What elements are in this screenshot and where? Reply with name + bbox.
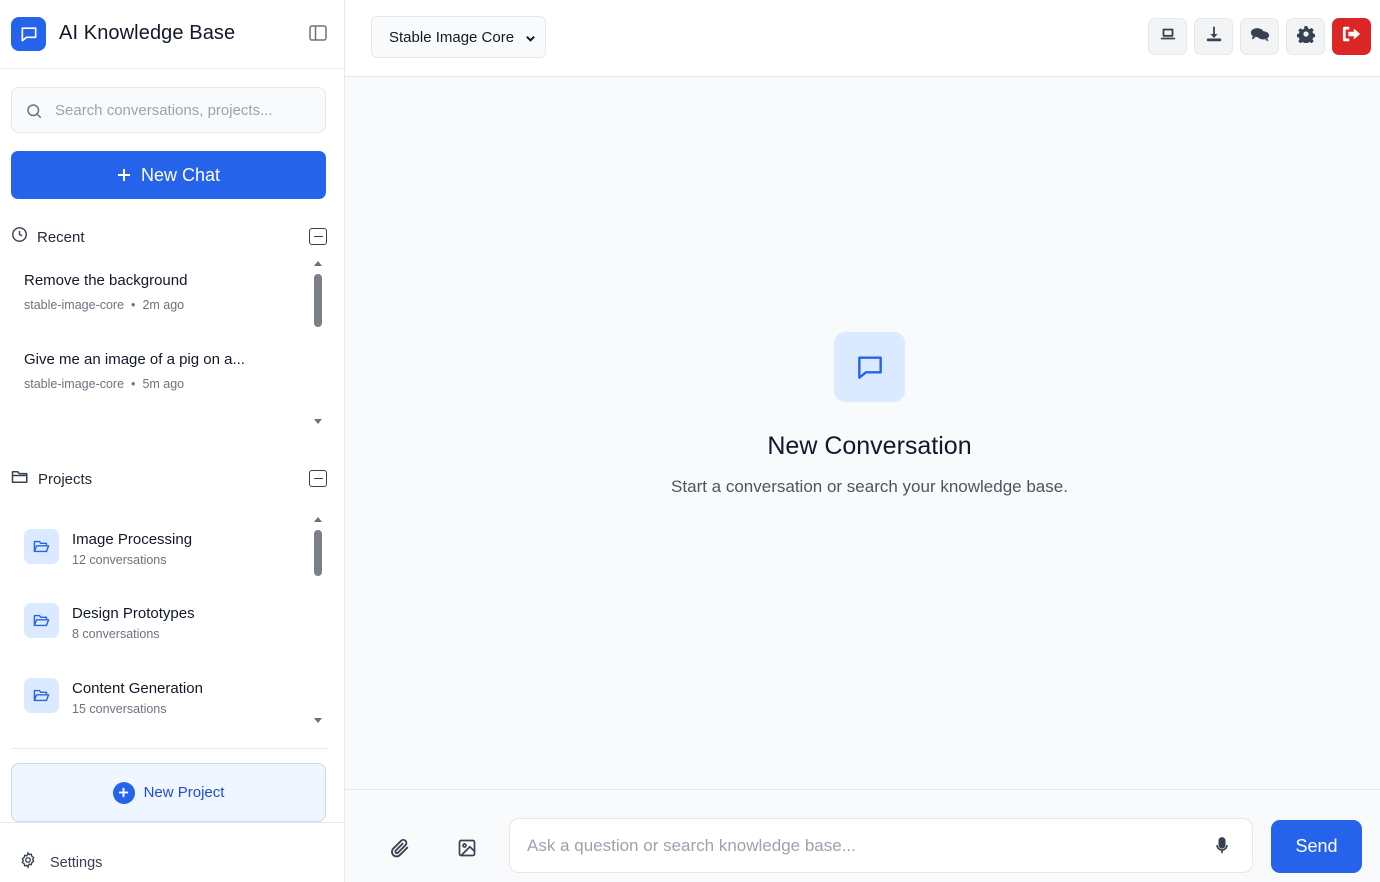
conversation-item[interactable]: Give me an image of a pig on a... stable…: [11, 337, 311, 405]
search-icon: [25, 102, 43, 125]
project-item[interactable]: Content Generation 15 conversations: [11, 663, 311, 723]
scrollbar-thumb[interactable]: [314, 530, 322, 576]
gear-icon: [19, 851, 37, 874]
top-bar: Stable Image Core: [345, 0, 1380, 77]
conversation-title: Give me an image of a pig on a...: [24, 351, 245, 368]
settings-button[interactable]: [1286, 18, 1325, 55]
projects-scrollbar[interactable]: [312, 510, 324, 730]
folder-open-icon: [24, 678, 59, 713]
logout-icon: [1342, 25, 1362, 48]
send-button[interactable]: Send: [1271, 820, 1362, 873]
image-icon[interactable]: [457, 838, 477, 863]
divider: [11, 748, 327, 749]
meta-separator: •: [131, 377, 136, 391]
projects-section-header: Projects: [11, 468, 327, 490]
empty-state-title: New Conversation: [767, 432, 972, 460]
empty-state-subtitle: Start a conversation or search your know…: [671, 477, 1068, 496]
chat-bubbles-icon: [1250, 26, 1270, 47]
collapse-recent-button[interactable]: [309, 228, 327, 245]
new-project-button[interactable]: New Project: [11, 763, 326, 822]
chat-logo-icon: [11, 17, 46, 51]
settings-link[interactable]: Settings: [19, 851, 102, 874]
message-input[interactable]: [527, 819, 1187, 872]
conversation-item[interactable]: Remove the background stable-image-core •…: [11, 258, 311, 326]
chat-bubbles-button[interactable]: [1240, 18, 1279, 55]
model-select[interactable]: Stable Image Core: [371, 16, 546, 58]
project-count: 15 conversations: [72, 702, 167, 716]
scroll-up-icon[interactable]: [314, 261, 322, 266]
conversation-area: New Conversation Start a conversation or…: [345, 77, 1380, 790]
chat-bubble-icon: [834, 332, 905, 402]
project-name: Content Generation: [72, 680, 203, 697]
project-name: Image Processing: [72, 531, 193, 548]
laptop-icon: [1159, 26, 1177, 47]
logout-button[interactable]: [1332, 18, 1371, 55]
paperclip-icon[interactable]: [389, 837, 411, 864]
meta-separator: •: [131, 298, 136, 312]
scrollbar-thumb[interactable]: [314, 274, 322, 327]
recent-section-header: Recent: [11, 226, 327, 248]
gear-icon: [1296, 25, 1315, 48]
recent-label: Recent: [37, 228, 85, 246]
download-icon: [1205, 25, 1223, 48]
message-box: [509, 818, 1253, 873]
laptop-button[interactable]: [1148, 18, 1187, 55]
recent-scrollbar[interactable]: [312, 258, 324, 430]
project-count: 12 conversations: [72, 553, 167, 567]
sidebar: AI Knowledge Base New Chat Recent Remove…: [0, 0, 345, 882]
folder-open-icon: [24, 529, 59, 564]
conversation-meta: stable-image-core • 5m ago: [24, 377, 184, 391]
plus-circle-icon: [112, 781, 135, 804]
scroll-down-icon[interactable]: [314, 419, 322, 424]
search-input[interactable]: [55, 88, 320, 132]
conversation-time: 2m ago: [142, 298, 185, 312]
conversation-meta: stable-image-core • 2m ago: [24, 298, 184, 312]
project-name: Design Prototypes: [72, 605, 195, 622]
microphone-icon[interactable]: [1215, 837, 1229, 860]
download-button[interactable]: [1194, 18, 1233, 55]
chevron-down-icon: [525, 31, 536, 48]
new-chat-label: New Chat: [140, 164, 221, 185]
composer: Send: [345, 789, 1380, 882]
collapse-projects-button[interactable]: [309, 470, 327, 487]
app-title: AI Knowledge Base: [59, 22, 236, 44]
conversation-model: stable-image-core: [24, 377, 125, 391]
model-select-value: Stable Image Core: [389, 28, 515, 46]
folder-open-icon: [24, 603, 59, 638]
sidebar-toggle-icon[interactable]: [308, 24, 327, 42]
new-chat-button[interactable]: New Chat: [11, 151, 326, 199]
project-item[interactable]: Design Prototypes 8 conversations: [11, 588, 311, 648]
conversation-title: Remove the background: [24, 272, 188, 289]
divider: [0, 822, 344, 823]
conversation-time: 5m ago: [142, 377, 185, 391]
new-project-label: New Project: [143, 784, 225, 801]
clock-icon: [11, 226, 28, 248]
project-count: 8 conversations: [72, 627, 160, 641]
projects-list: Image Processing 12 conversations Design…: [11, 510, 327, 730]
recent-list: Remove the background stable-image-core •…: [11, 258, 327, 430]
project-item[interactable]: Image Processing 12 conversations: [11, 514, 311, 574]
projects-label: Projects: [38, 470, 93, 488]
plus-icon: [117, 168, 131, 182]
scroll-down-icon[interactable]: [314, 718, 322, 723]
scroll-up-icon[interactable]: [314, 517, 322, 522]
brand-header: AI Knowledge Base: [0, 0, 344, 69]
search-box: [11, 87, 326, 133]
conversation-model: stable-image-core: [24, 298, 125, 312]
settings-label: Settings: [50, 854, 103, 871]
folder-icon: [11, 469, 29, 490]
